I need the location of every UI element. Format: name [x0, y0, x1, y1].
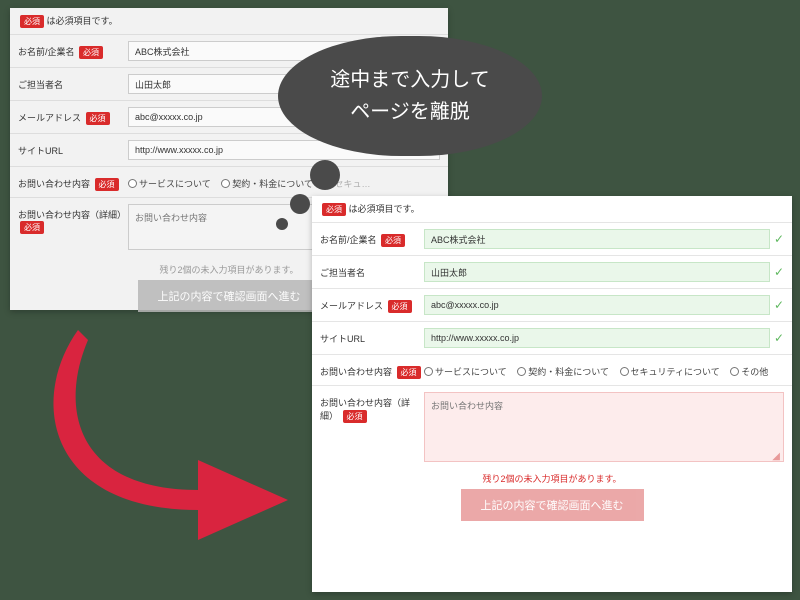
bubble-line: ページを離脱	[350, 96, 470, 128]
submit-button[interactable]: 上記の内容で確認画面へ進む	[138, 280, 321, 312]
required-badge: 必須	[20, 15, 44, 28]
radio-option[interactable]: 契約・料金について	[221, 177, 313, 190]
row-inquiry-type: お問い合わせ内容 必須 サービスについて 契約・料金について セキュ…	[10, 166, 448, 197]
bubble-line: 途中まで入力して	[330, 64, 489, 96]
speech-bubble: 途中まで入力して ページを離脱	[278, 36, 542, 156]
url-input[interactable]	[424, 328, 770, 348]
bubble-dot-icon	[276, 218, 288, 230]
inquiry-radio-group: サービスについて 契約・料金について セキュリティについて その他	[424, 361, 784, 378]
radio-option[interactable]: サービスについて	[424, 365, 507, 378]
check-icon: ✓	[774, 265, 784, 279]
inquiry-radio-group: サービスについて 契約・料金について セキュ…	[128, 173, 440, 190]
row-email: メールアドレス 必須 ✓	[312, 288, 792, 321]
required-note: 必須 は必須項目です。	[312, 196, 792, 222]
row-inquiry-type: お問い合わせ内容 必須 サービスについて 契約・料金について セキュリティについ…	[312, 354, 792, 385]
arrow-icon	[48, 330, 308, 540]
remaining-notice: 残り2個の未入力項目があります。	[312, 472, 792, 485]
required-badge: 必須	[322, 203, 346, 216]
check-icon: ✓	[774, 298, 784, 312]
radio-option[interactable]: セキュリティについて	[620, 365, 720, 378]
submit-button[interactable]: 上記の内容で確認画面へ進む	[461, 489, 644, 521]
radio-option[interactable]: 契約・料金について	[517, 365, 609, 378]
bubble-dot-icon	[310, 160, 340, 190]
radio-option[interactable]: その他	[730, 365, 768, 378]
row-url: サイトURL ✓	[312, 321, 792, 354]
check-icon: ✓	[774, 331, 784, 345]
name-input[interactable]	[424, 229, 770, 249]
row-person: ご担当者名 ✓	[312, 255, 792, 288]
form-panel-after: 必須 は必須項目です。 お名前/企業名 必須 ✓ ご担当者名 ✓ メールアドレス…	[312, 196, 792, 592]
person-input[interactable]	[424, 262, 770, 282]
row-name: お名前/企業名 必須 ✓	[312, 222, 792, 255]
email-input[interactable]	[424, 295, 770, 315]
inquiry-textarea[interactable]	[424, 392, 784, 462]
row-inquiry-detail: お問い合わせ内容（詳細） 必須 ◢	[312, 385, 792, 468]
bubble-dot-icon	[290, 194, 310, 214]
check-icon: ✓	[774, 232, 784, 246]
radio-option[interactable]: サービスについて	[128, 177, 211, 190]
required-note: 必須 は必須項目です。	[10, 8, 448, 34]
